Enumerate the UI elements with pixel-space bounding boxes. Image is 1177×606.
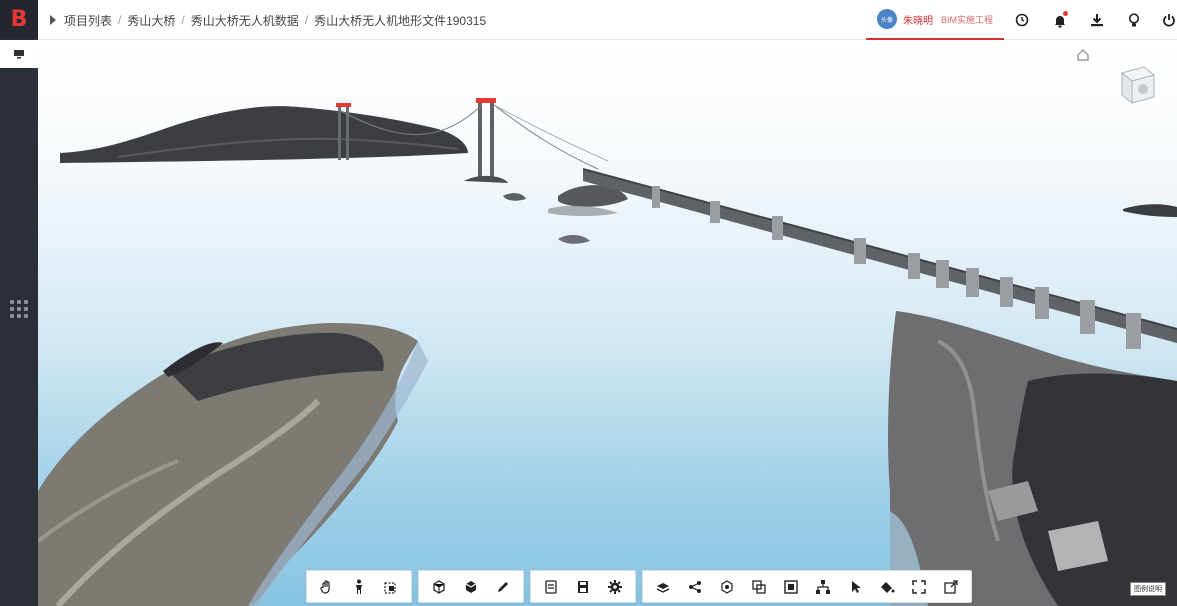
overlap-icon[interactable] — [743, 572, 775, 601]
breadcrumb-item-bridge[interactable]: 秀山大桥 — [127, 12, 175, 29]
cube-section-icon[interactable] — [455, 572, 487, 601]
clock-icon[interactable] — [1013, 11, 1031, 29]
box-icon[interactable] — [775, 572, 807, 601]
user-name: 朱晓明 — [903, 15, 933, 27]
pen-icon[interactable] — [487, 572, 519, 601]
layers-icon[interactable] — [535, 572, 567, 601]
bottom-toolbar — [306, 570, 972, 603]
breadcrumb-separator: / — [118, 13, 122, 27]
app-logo[interactable]: B — [0, 0, 38, 38]
navigation-cube[interactable] — [1114, 61, 1160, 107]
person-walk-icon[interactable] — [343, 572, 375, 601]
share-icon[interactable] — [679, 572, 711, 601]
frame-select-icon[interactable] — [375, 572, 407, 601]
home-icon[interactable] — [1076, 48, 1090, 62]
left-rail: B — [0, 0, 38, 606]
logo-text: B — [10, 6, 28, 32]
breadcrumb-separator: / — [181, 13, 185, 27]
paint-bucket-icon[interactable] — [871, 572, 903, 601]
bell-icon[interactable] — [1051, 11, 1069, 29]
collapse-toggle-icon[interactable] — [50, 15, 56, 25]
breadcrumb-item-projects[interactable]: 项目列表 — [64, 12, 112, 29]
grid-menu-icon[interactable] — [10, 300, 28, 318]
hand-icon[interactable] — [311, 572, 343, 601]
cursor-icon[interactable] — [839, 572, 871, 601]
3d-viewport[interactable]: 图例说明 — [38, 41, 1177, 606]
rail-tab-model[interactable] — [0, 40, 38, 68]
toolbar-group-data — [530, 570, 636, 603]
fullscreen-icon[interactable] — [903, 572, 935, 601]
breadcrumb-item-terrain-file: 秀山大桥无人机地形文件190315 — [314, 13, 487, 28]
notification-badge — [1063, 11, 1068, 16]
toolbar-group-model — [418, 570, 524, 603]
gear-icon[interactable] — [599, 572, 631, 601]
stack-icon[interactable] — [647, 572, 679, 601]
lightbulb-icon[interactable] — [1125, 11, 1143, 29]
model-icon[interactable] — [711, 572, 743, 601]
status-tag: 图例说明 — [1130, 582, 1166, 596]
breadcrumb: 项目列表 / 秀山大桥 / 秀山大桥无人机数据 / 秀山大桥无人机地形文件190… — [50, 0, 486, 40]
avatar: 头像 — [877, 9, 897, 29]
breadcrumb-item-drone-data[interactable]: 秀山大桥无人机数据 — [191, 12, 299, 29]
toolbar-group-navigation — [306, 570, 412, 603]
terrain-scene — [38, 98, 1177, 606]
cube-rotate-icon[interactable] — [423, 572, 455, 601]
monitor-icon — [14, 50, 24, 59]
top-bar: 项目列表 / 秀山大桥 / 秀山大桥无人机数据 / 秀山大桥无人机地形文件190… — [38, 0, 1177, 40]
breadcrumb-separator: / — [304, 13, 309, 27]
export-icon[interactable] — [935, 572, 967, 601]
power-icon[interactable] — [1160, 11, 1177, 29]
user-menu[interactable]: 头像 朱晓明 BIM实施工程 — [866, 0, 1004, 40]
save-icon[interactable] — [567, 572, 599, 601]
toolbar-group-tools — [642, 570, 972, 603]
download-icon[interactable] — [1088, 11, 1106, 29]
user-role: BIM实施工程 — [941, 14, 994, 25]
tree-icon[interactable] — [807, 572, 839, 601]
